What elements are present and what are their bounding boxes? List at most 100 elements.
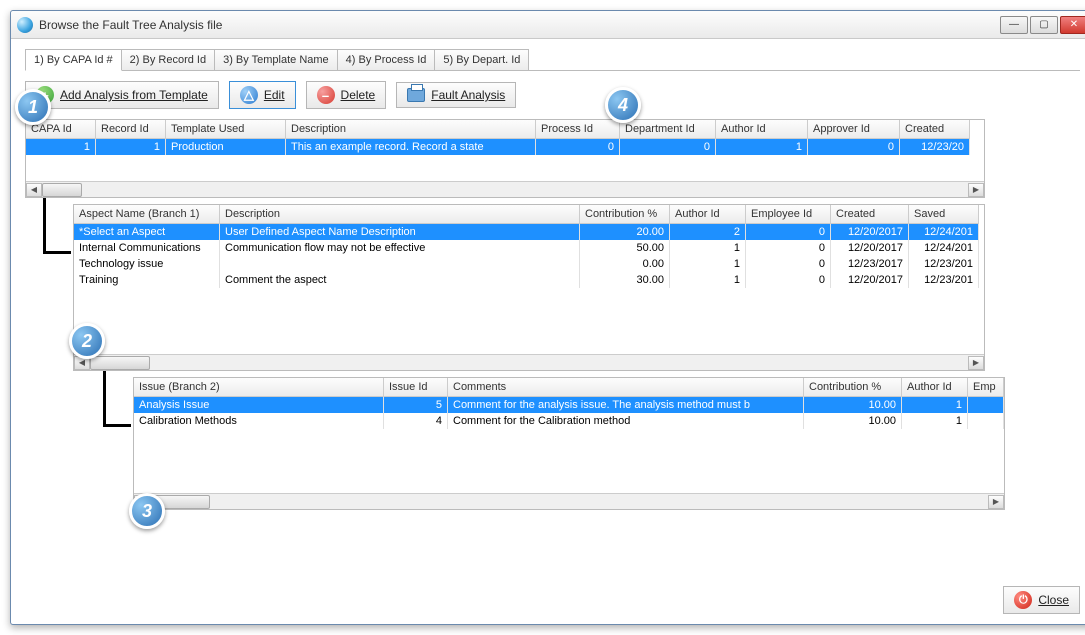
scroll-right-icon[interactable]: ▶ — [968, 356, 984, 370]
cell: 10.00 — [804, 413, 902, 429]
table-row[interactable]: 11ProductionThis an example record. Reco… — [26, 139, 984, 155]
col-contribution[interactable]: Contribution % — [580, 205, 670, 224]
window-close-button[interactable]: ✕ — [1060, 16, 1085, 34]
cell: 30.00 — [580, 272, 670, 288]
cell: Training — [74, 272, 220, 288]
col-issue-id[interactable]: Issue Id — [384, 378, 448, 397]
cell: 0 — [746, 240, 831, 256]
grid-issue-scrollbar[interactable]: ◀ ▶ — [134, 493, 1004, 509]
col-issue-author[interactable]: Author Id — [902, 378, 968, 397]
cell — [220, 256, 580, 272]
add-analysis-label: Add Analysis from Template — [60, 88, 208, 102]
cell: 0 — [808, 139, 900, 155]
tab-by-record-id[interactable]: 2) By Record Id — [121, 49, 215, 70]
scroll-right-icon[interactable]: ▶ — [968, 183, 984, 197]
toolbar: + Add Analysis from Template △ Edit – De… — [25, 71, 1080, 119]
cell: 12/23/2017 — [831, 256, 909, 272]
cell: 12/23/201 — [909, 272, 979, 288]
power-icon: ⏻ — [1014, 591, 1032, 609]
scroll-left-icon[interactable]: ◀ — [26, 183, 42, 197]
tab-by-template-name[interactable]: 3) By Template Name — [214, 49, 338, 70]
tabs: 1) By CAPA Id # 2) By Record Id 3) By Te… — [25, 49, 1080, 71]
grid-issue: Issue (Branch 2) Issue Id Comments Contr… — [133, 377, 1005, 510]
delete-button[interactable]: – Delete — [306, 81, 387, 109]
cell: 1 — [670, 272, 746, 288]
cell: 5 — [384, 397, 448, 413]
cell: Comment for the analysis issue. The anal… — [448, 397, 804, 413]
col-comments[interactable]: Comments — [448, 378, 804, 397]
cell: 0 — [620, 139, 716, 155]
cell: Comment for the Calibration method — [448, 413, 804, 429]
cell: 1 — [902, 397, 968, 413]
cell: 1 — [902, 413, 968, 429]
col-created[interactable]: Created — [900, 120, 970, 139]
grid-capa-scrollbar[interactable]: ◀ ▶ — [26, 181, 984, 197]
col-aspect-name[interactable]: Aspect Name (Branch 1) — [74, 205, 220, 224]
cell: 0 — [746, 224, 831, 240]
cell: 12/23/20 — [900, 139, 970, 155]
col-issue-contribution[interactable]: Contribution % — [804, 378, 902, 397]
cell — [968, 413, 1004, 429]
grid-capa: CAPA Id Record Id Template Used Descript… — [25, 119, 985, 198]
maximize-button[interactable]: ▢ — [1030, 16, 1058, 34]
col-author-id[interactable]: Author Id — [716, 120, 808, 139]
cell: 20.00 — [580, 224, 670, 240]
table-row[interactable]: Technology issue0.001012/23/201712/23/20… — [74, 256, 984, 272]
app-window: Browse the Fault Tree Analysis file — ▢ … — [10, 10, 1085, 625]
cell: 0 — [746, 256, 831, 272]
scroll-right-icon[interactable]: ▶ — [988, 495, 1004, 509]
cell: User Defined Aspect Name Description — [220, 224, 580, 240]
col-aspect-author[interactable]: Author Id — [670, 205, 746, 224]
col-aspect-desc[interactable]: Description — [220, 205, 580, 224]
cell: 12/20/2017 — [831, 272, 909, 288]
table-row[interactable]: *Select an AspectUser Defined Aspect Nam… — [74, 224, 984, 240]
close-label: Close — [1038, 593, 1069, 607]
tab-by-process-id[interactable]: 4) By Process Id — [337, 49, 436, 70]
edit-button[interactable]: △ Edit — [229, 81, 296, 109]
tab-by-depart-id[interactable]: 5) By Depart. Id — [434, 49, 529, 70]
fault-analysis-label: Fault Analysis — [431, 88, 505, 102]
cell: 1 — [716, 139, 808, 155]
col-department-id[interactable]: Department Id — [620, 120, 716, 139]
add-analysis-button[interactable]: + Add Analysis from Template — [25, 81, 219, 109]
col-process-id[interactable]: Process Id — [536, 120, 620, 139]
col-template[interactable]: Template Used — [166, 120, 286, 139]
col-issue[interactable]: Issue (Branch 2) — [134, 378, 384, 397]
cell: 10.00 — [804, 397, 902, 413]
cell: 50.00 — [580, 240, 670, 256]
col-aspect-saved[interactable]: Saved — [909, 205, 979, 224]
fault-analysis-button[interactable]: Fault Analysis — [396, 82, 516, 108]
close-button[interactable]: ⏻ Close — [1003, 586, 1080, 614]
table-row[interactable]: TrainingComment the aspect30.001012/20/2… — [74, 272, 984, 288]
cell: Calibration Methods — [134, 413, 384, 429]
table-row[interactable]: Internal CommunicationsCommunication flo… — [74, 240, 984, 256]
minimize-button[interactable]: — — [1000, 16, 1028, 34]
cell: Internal Communications — [74, 240, 220, 256]
cell: *Select an Aspect — [74, 224, 220, 240]
edit-icon: △ — [240, 86, 258, 104]
annotation-3: 3 — [129, 493, 165, 529]
col-approver-id[interactable]: Approver Id — [808, 120, 900, 139]
cell: 2 — [670, 224, 746, 240]
cell: 1 — [96, 139, 166, 155]
cell: 0 — [536, 139, 620, 155]
col-employee-id[interactable]: Employee Id — [746, 205, 831, 224]
table-row[interactable]: Analysis Issue5Comment for the analysis … — [134, 397, 1004, 413]
globe-icon — [17, 17, 33, 33]
cell: 1 — [26, 139, 96, 155]
grid-aspect-scrollbar[interactable]: ◀ ▶ — [74, 354, 984, 370]
col-record-id[interactable]: Record Id — [96, 120, 166, 139]
cell: This an example record. Record a state — [286, 139, 536, 155]
cell: 1 — [670, 240, 746, 256]
col-description[interactable]: Description — [286, 120, 536, 139]
col-aspect-created[interactable]: Created — [831, 205, 909, 224]
col-issue-emp[interactable]: Emp — [968, 378, 1004, 397]
cell — [968, 397, 1004, 413]
annotation-4: 4 — [605, 87, 641, 123]
cell: 12/24/201 — [909, 240, 979, 256]
table-row[interactable]: Calibration Methods4Comment for the Cali… — [134, 413, 1004, 429]
cell: Technology issue — [74, 256, 220, 272]
cell: 12/23/201 — [909, 256, 979, 272]
cell: 1 — [670, 256, 746, 272]
tab-by-capa-id[interactable]: 1) By CAPA Id # — [25, 49, 122, 71]
